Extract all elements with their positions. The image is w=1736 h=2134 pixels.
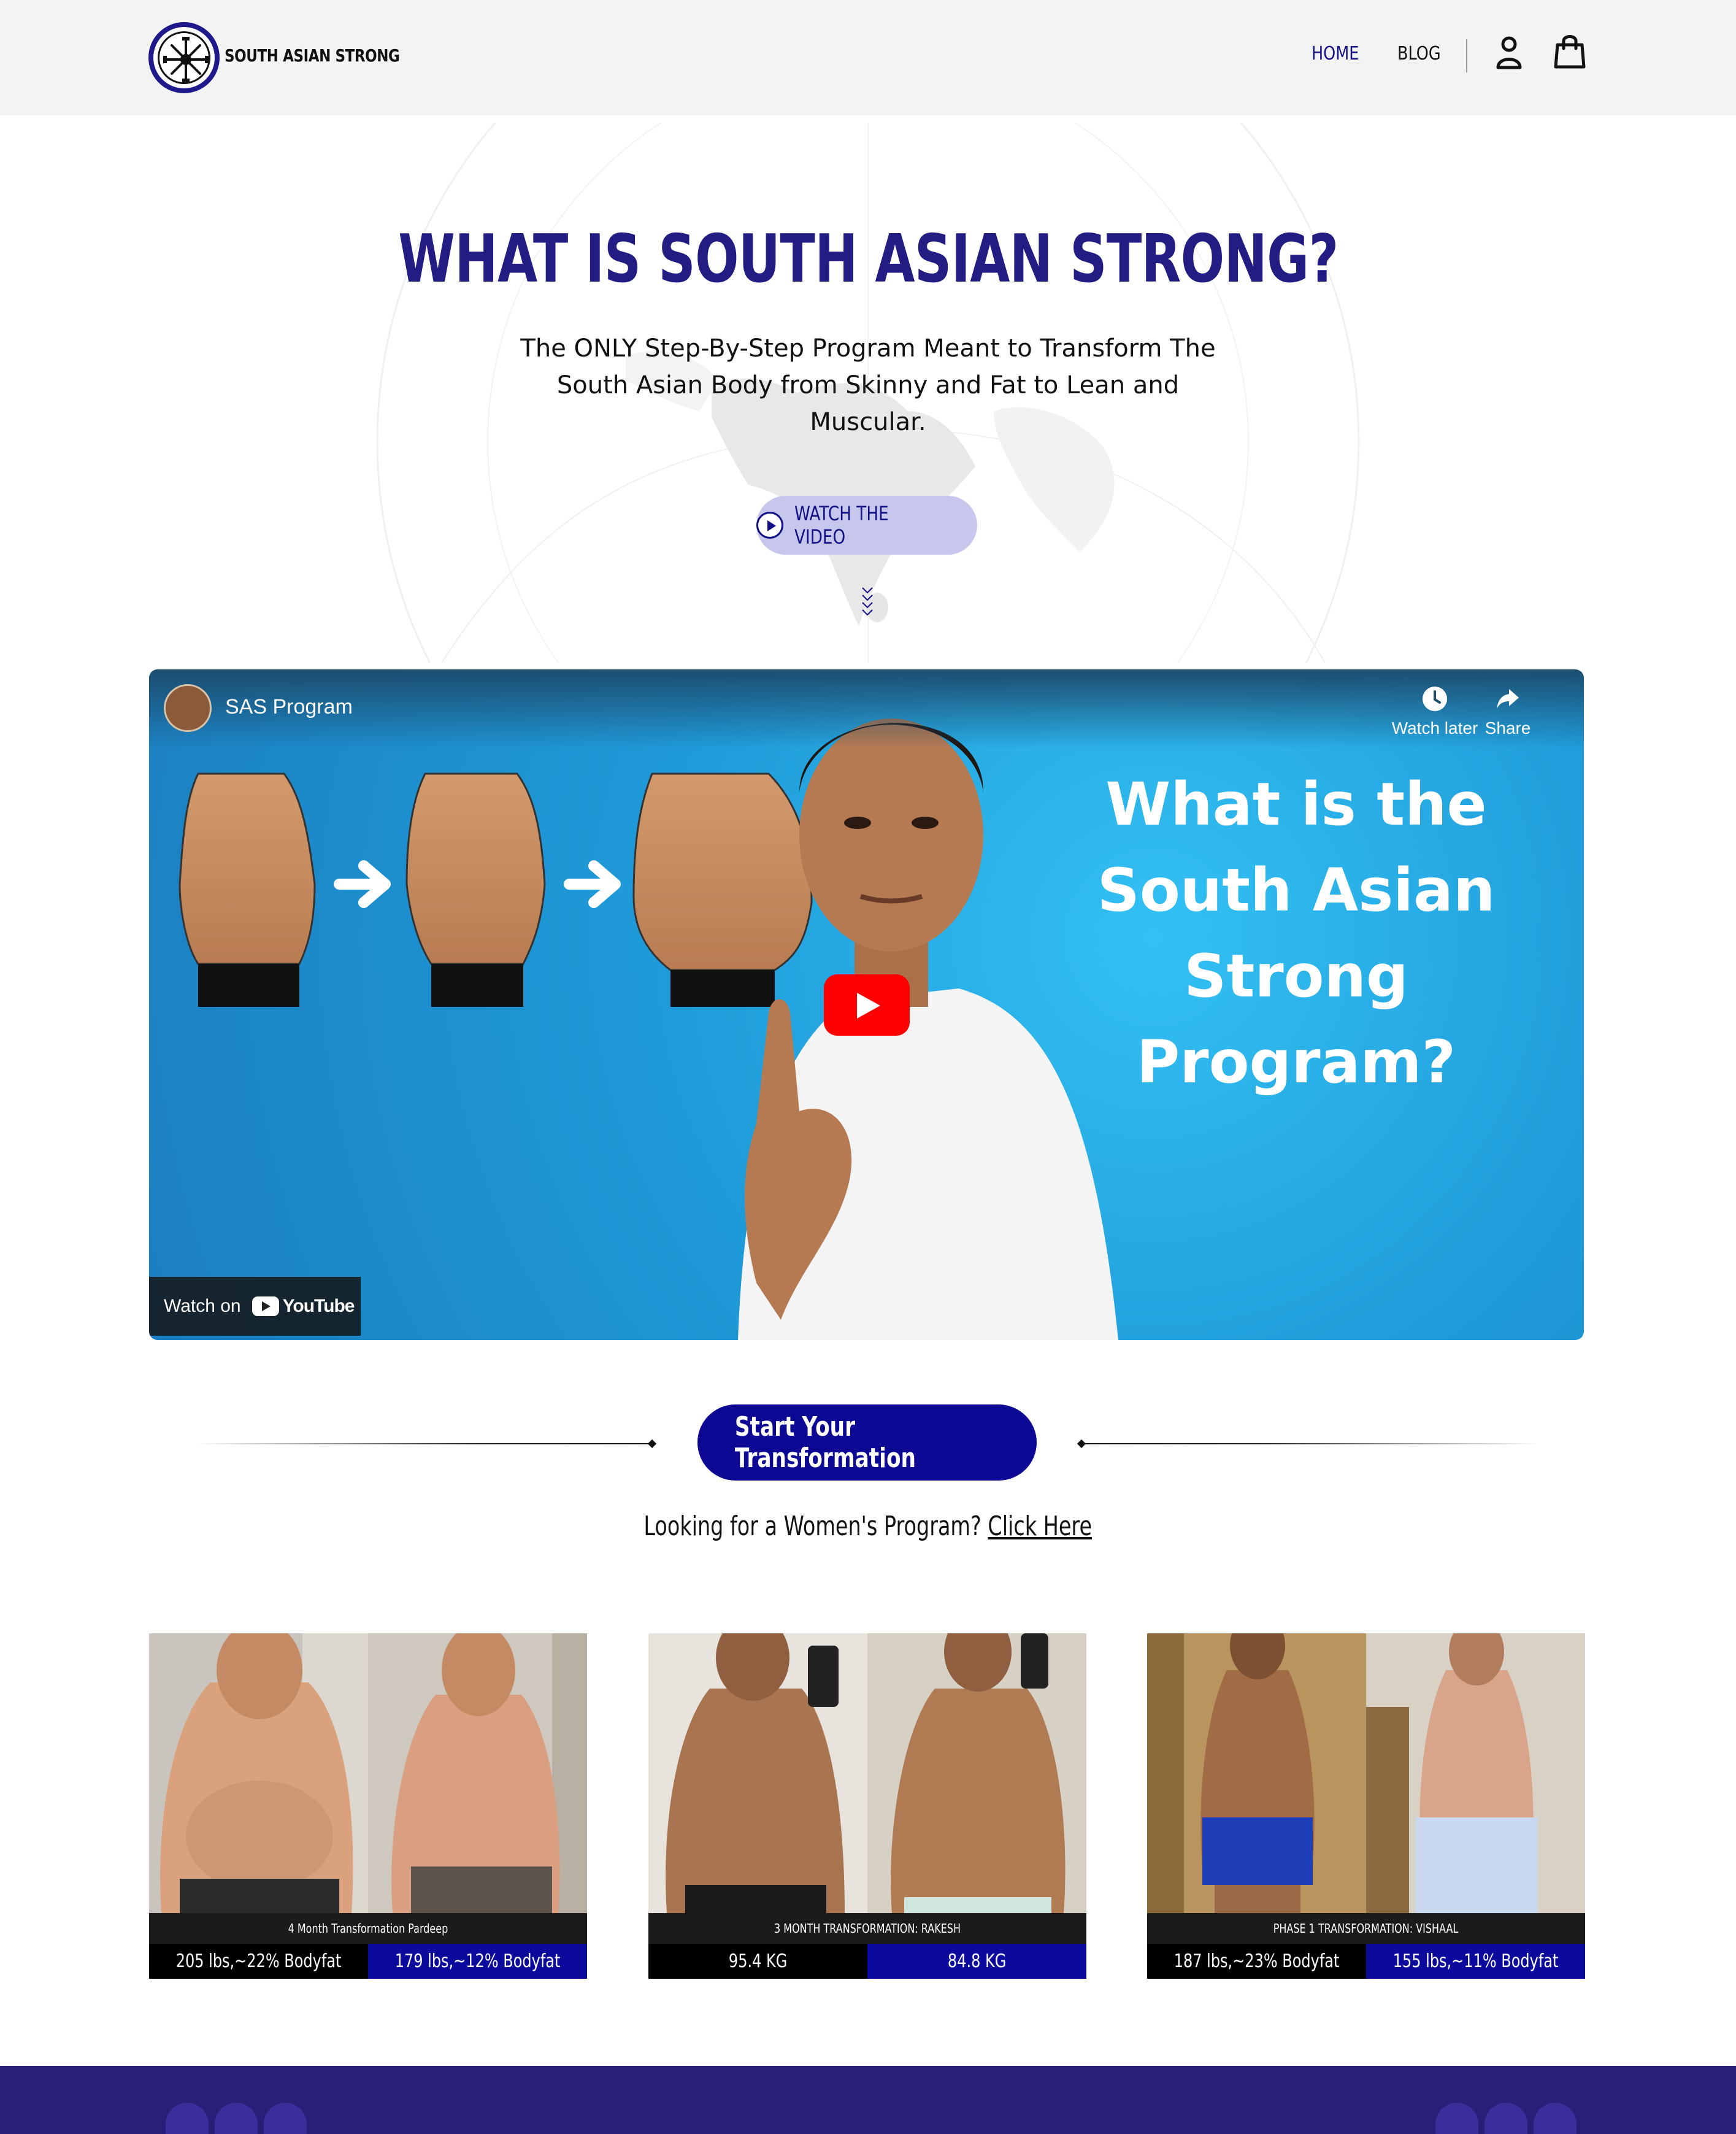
nav-divider	[1466, 39, 1467, 72]
after-stats: 84.8 KG	[867, 1944, 1086, 1979]
after-stats: 179 lbs,~12% Bodyfat	[368, 1944, 587, 1979]
womens-program-prompt: Looking for a Women's Program? Click Her…	[0, 1511, 1736, 1542]
user-icon[interactable]	[1494, 36, 1524, 70]
after-stats: 155 lbs,~11% Bodyfat	[1366, 1944, 1585, 1979]
before-stats: 187 lbs,~23% Bodyfat	[1147, 1944, 1366, 1979]
watch-on-label: Watch on	[164, 1296, 241, 1316]
play-icon	[756, 512, 783, 539]
decorative-shape	[1534, 2103, 1577, 2134]
before-stats: 205 lbs,~22% Bodyfat	[149, 1944, 368, 1979]
video-channel-title[interactable]: SAS Program	[225, 695, 353, 719]
watch-later-button[interactable]: Watch later	[1386, 685, 1484, 738]
youtube-logo: YouTube	[252, 1296, 355, 1317]
decorative-shape	[166, 2103, 209, 2134]
decorative-shape	[1435, 2103, 1478, 2134]
after-photo	[368, 1633, 587, 1913]
channel-avatar[interactable]	[164, 684, 212, 732]
watch-later-label: Watch later	[1391, 718, 1478, 738]
share-icon	[1497, 689, 1519, 709]
watch-video-label: WATCH THE VIDEO	[794, 502, 889, 549]
share-button[interactable]: Share	[1474, 685, 1542, 738]
after-photo	[867, 1633, 1086, 1913]
divider-diamond-left	[647, 1439, 657, 1449]
dumbbell-wheel-logo-icon	[158, 31, 210, 84]
before-photo	[1147, 1633, 1366, 1913]
hero-subtitle: The ONLY Step-By-Step Program Meant to T…	[520, 334, 1216, 436]
next-section-band	[0, 2066, 1736, 2134]
nav-blog-link[interactable]: BLOG	[1397, 43, 1441, 64]
site-header: SOUTH ASIAN STRONG HOME BLOG	[0, 0, 1736, 115]
brand-logo[interactable]	[148, 22, 220, 93]
transformation-caption: 4 Month Transformation Pardeep	[149, 1913, 587, 1944]
transformation-card: PHASE 1 TRANSFORMATION: VISHAAL 187 lbs,…	[1147, 1633, 1585, 1979]
decorative-shape	[264, 2103, 307, 2134]
shopping-bag-icon[interactable]	[1554, 34, 1586, 69]
womens-program-text: Looking for a Women's Program?	[643, 1511, 982, 1542]
youtube-video-embed[interactable]: SAS Program Watch later Share What is th…	[149, 669, 1584, 1340]
womens-program-link[interactable]: Click Here	[988, 1511, 1093, 1542]
share-label: Share	[1484, 718, 1531, 738]
transformation-caption: PHASE 1 TRANSFORMATION: VISHAAL	[1147, 1913, 1585, 1944]
clock-icon	[1423, 687, 1447, 711]
before-photo	[149, 1633, 368, 1913]
brand-name[interactable]: SOUTH ASIAN STRONG	[225, 45, 400, 66]
transformation-card: 3 MONTH TRANSFORMATION: RAKESH 95.4 KG 8…	[648, 1633, 1086, 1979]
youtube-wordmark: YouTube	[282, 1296, 355, 1316]
watch-on-youtube-button[interactable]: Watch on YouTube	[149, 1277, 361, 1336]
page-title: WHAT IS SOUTH ASIAN STRONG?	[398, 221, 1338, 298]
before-stats: 95.4 KG	[648, 1944, 867, 1979]
nav-home-link[interactable]: HOME	[1312, 43, 1359, 64]
start-transformation-label: Start Your Transformation	[734, 1411, 916, 1474]
video-top-overlay	[149, 669, 1584, 749]
divider-diamond-right	[1077, 1439, 1086, 1449]
youtube-play-button[interactable]	[824, 974, 910, 1036]
cta-divider-left	[196, 1443, 654, 1444]
decorative-shape	[215, 2103, 258, 2134]
start-transformation-button[interactable]: Start Your Transformation	[697, 1404, 1037, 1481]
transformation-card: 4 Month Transformation Pardeep 205 lbs,~…	[149, 1633, 587, 1979]
cta-divider-right	[1082, 1443, 1540, 1444]
video-thumbnail-headline: What is the South Asian Strong Program?	[1097, 770, 1496, 1096]
transformation-caption: 3 MONTH TRANSFORMATION: RAKESH	[648, 1913, 1086, 1944]
youtube-play-icon	[252, 1296, 279, 1316]
after-photo	[1366, 1633, 1585, 1913]
before-photo	[648, 1633, 867, 1913]
decorative-shape	[1484, 2103, 1527, 2134]
watch-video-button[interactable]: WATCH THE VIDEO	[756, 496, 977, 555]
chevron-down-icon[interactable]	[859, 584, 876, 618]
